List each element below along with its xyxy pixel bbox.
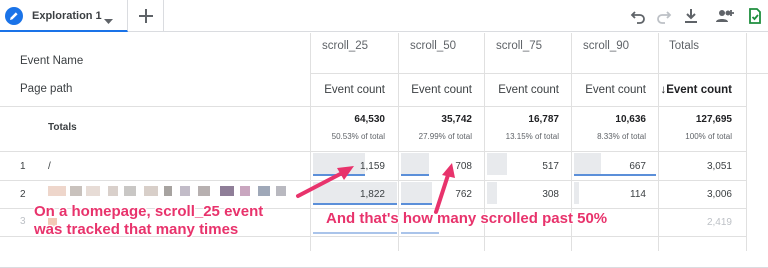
download-button[interactable] [680,5,702,27]
cell-value: 308 [542,189,559,200]
total-percent: 13.15% of total [505,132,559,141]
metric-header-event-count[interactable]: Event count [473,84,559,96]
cell-value: 2,419 [706,217,732,228]
cell-heat-line [313,174,365,176]
column-header-scroll-50[interactable]: scroll_50 [410,40,456,52]
page-path-value[interactable]: / [48,161,51,172]
cell-heat-line [313,232,397,234]
row-number: 3 [20,216,26,227]
cell-value: 517 [542,161,559,172]
annotation-homepage-line1: On a homepage, scroll_25 event [34,203,264,220]
total-value: 64,530 [354,114,385,125]
metric-header-event-count-sorted[interactable]: ↓Event count [646,84,732,96]
cell-heat-line [574,174,656,176]
total-percent: 27.99% of total [418,132,472,141]
totals-label: Totals [48,122,77,133]
cell-heat-line [313,203,397,205]
event-name-header[interactable]: Event Name [20,55,83,67]
add-tab-button[interactable] [128,0,164,32]
total-value: 16,787 [528,114,559,125]
plus-icon [139,9,153,23]
total-value: 35,742 [441,114,472,125]
column-header-scroll-90[interactable]: scroll_90 [583,40,629,52]
total-percent: 8.33% of total [597,132,646,141]
cell-value: 1,822 [359,189,385,200]
total-percent: 100% of total [685,132,732,141]
tab-label: Exploration 1 [32,10,102,22]
cell-heat-line [401,174,429,176]
chevron-down-icon[interactable] [104,12,113,30]
total-value: 127,695 [695,114,732,125]
redo-icon [657,11,672,24]
column-header-totals[interactable]: Totals [669,40,699,52]
exploration-toolbar: Exploration 1 [0,0,768,32]
redo-button[interactable] [653,5,675,27]
row-number: 2 [20,189,26,200]
download-icon [685,9,697,23]
cell-value: 762 [455,189,472,200]
page-path-header[interactable]: Page path [20,83,72,95]
annotation-homepage-line2: was tracked that many times [34,221,239,238]
undo-icon [630,11,645,24]
metric-header-event-count[interactable]: Event count [299,84,385,96]
total-percent: 50.53% of total [331,132,385,141]
metric-header-event-count[interactable]: Event count [386,84,472,96]
metric-header-event-count[interactable]: Event count [560,84,646,96]
cell-value: 1,159 [359,161,385,172]
cell-value: 708 [455,161,472,172]
cell-value: 667 [629,161,646,172]
cell-value: 3,006 [706,189,732,200]
total-value: 10,636 [615,114,646,125]
column-header-scroll-75[interactable]: scroll_75 [496,40,542,52]
undo-button[interactable] [627,5,649,27]
save-button[interactable] [744,5,766,27]
cell-value: 3,051 [706,161,732,172]
cell-heat-line [401,232,439,234]
save-check-icon [749,8,761,24]
row-number: 1 [20,161,26,172]
annotation-scrolled-past-50: And that's how many scrolled past 50% [326,210,608,227]
cell-value: 114 [630,189,646,200]
share-button[interactable] [712,5,734,27]
pencil-icon[interactable] [5,7,23,25]
share-add-user-icon [716,10,734,22]
cell-heat-line [401,203,432,205]
tab-exploration-1[interactable]: Exploration 1 [0,0,128,32]
column-header-scroll-25[interactable]: scroll_25 [322,40,368,52]
